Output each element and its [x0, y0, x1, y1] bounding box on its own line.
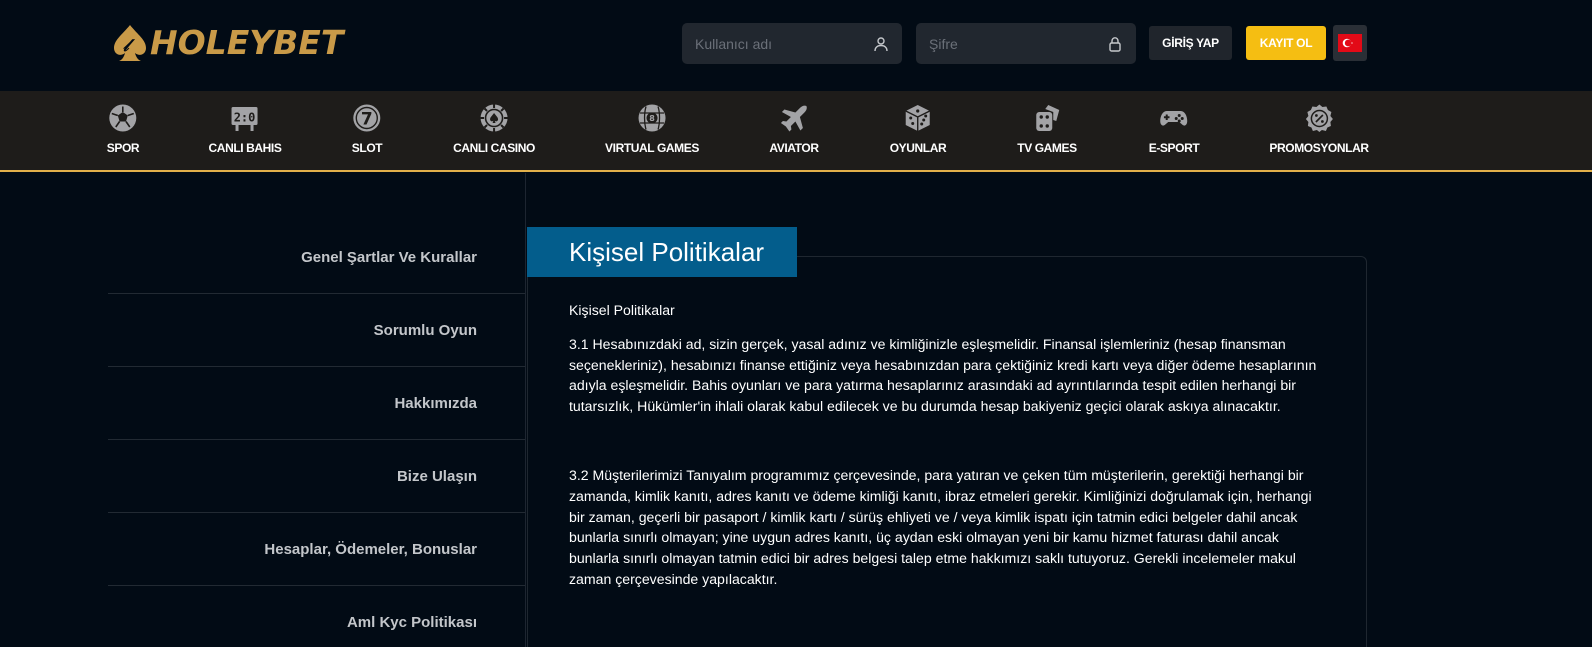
sidebar-item-accounts-payments[interactable]: Hesaplar, Ödemeler, Bonuslar	[108, 513, 526, 586]
username-field[interactable]	[682, 23, 902, 64]
nav-item-aviator[interactable]: AVIATOR	[769, 91, 819, 170]
promo-badge-icon	[1305, 104, 1333, 132]
user-icon	[874, 36, 888, 51]
nav-item-e-sport[interactable]: E-SPORT	[1149, 91, 1200, 170]
lock-icon	[1109, 36, 1121, 52]
nav-item-canli-casino[interactable]: CANLI CASINO	[453, 91, 535, 170]
svg-text:2:0: 2:0	[234, 111, 256, 125]
nav-label: PROMOSYONLAR	[1269, 141, 1369, 155]
nav-label: CANLI CASINO	[453, 141, 535, 155]
sidebar-item-label: Sorumlu Oyun	[373, 321, 477, 339]
sidebar-item-label: Bize Ulaşın	[396, 467, 477, 485]
sidebar-item-responsible-gaming[interactable]: Sorumlu Oyun	[108, 294, 526, 367]
header: 𝓁 HOLEYBET GİRİŞ YAP KAYIT OL	[0, 0, 1592, 91]
nav-item-oyunlar[interactable]: OYUNLAR	[890, 91, 947, 170]
brand-logo[interactable]: 𝓁 HOLEYBET	[112, 22, 343, 64]
nav-item-tv-games[interactable]: TV GAMES	[1017, 91, 1077, 170]
nav-label: SLOT	[351, 141, 383, 155]
policy-text: Kişisel Politikalar 3.1 Hesabınızdaki ad…	[569, 300, 1329, 638]
nav-label: E-SPORT	[1148, 141, 1200, 155]
turkey-flag-icon	[1338, 34, 1362, 52]
casino-chip-icon	[480, 104, 508, 132]
policy-paragraph: 3.2 Müşterilerimizi Tanıyalım programımı…	[569, 466, 1312, 587]
nav-label: AVIATOR	[769, 141, 819, 155]
dice-icon	[905, 105, 931, 131]
spade-logo-icon: 𝓁	[114, 25, 146, 61]
policy-sidebar: Genel Şartlar Ve Kurallar Sorumlu Oyun H…	[108, 221, 526, 647]
password-input[interactable]	[929, 35, 1107, 52]
nav-label: TV GAMES	[1017, 141, 1077, 155]
soccer-ball-icon	[109, 104, 137, 132]
sidebar-item-contact[interactable]: Bize Ulaşın	[108, 440, 526, 513]
nav-label: CANLI BAHIS	[208, 141, 282, 155]
sidebar-item-label: Hesaplar, Ödemeler, Bonuslar	[264, 540, 477, 558]
register-button[interactable]: KAYIT OL	[1246, 26, 1326, 60]
virtual-ball-icon: 8	[638, 104, 666, 132]
airplane-icon	[780, 105, 807, 132]
brand-name: HOLEYBET	[150, 23, 344, 62]
content-subtitle: Kişisel Politikalar	[569, 302, 675, 318]
scoreboard-icon: 2:0	[232, 107, 258, 131]
page-title: Kişisel Politikalar	[527, 227, 797, 277]
policy-paragraph: 3.1 Hesabınızdaki ad, sizin gerçek, yasa…	[569, 335, 1317, 415]
nav-label: SPOR	[106, 141, 140, 155]
nav-item-canli-bahis[interactable]: 2:0 CANLI BAHIS	[209, 91, 282, 170]
username-input[interactable]	[695, 35, 873, 52]
svg-text:7: 7	[361, 110, 373, 130]
svg-text:8: 8	[649, 114, 655, 123]
sidebar-item-about-us[interactable]: Hakkımızda	[108, 367, 526, 440]
slot-seven-icon: 7	[353, 104, 381, 132]
sidebar-item-general-terms[interactable]: Genel Şartlar Ve Kurallar	[108, 221, 526, 294]
nav-item-promosyonlar[interactable]: PROMOSYONLAR	[1269, 91, 1369, 170]
nav-item-virtual-games[interactable]: 8 VIRTUAL GAMES	[605, 91, 699, 170]
nav-item-slot[interactable]: 7 SLOT	[351, 91, 383, 170]
gamepad-icon	[1160, 111, 1188, 126]
nav-label: OYUNLAR	[889, 141, 947, 155]
sidebar-item-aml-kyc[interactable]: Aml Kyc Politikası	[108, 586, 526, 647]
password-field[interactable]	[916, 23, 1136, 64]
language-selector[interactable]	[1333, 25, 1367, 61]
main-nav: SPOR 2:0 CANLI BAHIS 7 SLOT CANLI CASINO	[0, 91, 1592, 172]
sidebar-item-label: Hakkımızda	[394, 394, 477, 412]
nav-item-spor[interactable]: SPOR	[106, 91, 140, 170]
sidebar-item-label: Genel Şartlar Ve Kurallar	[301, 248, 477, 266]
tv-dice-icon	[1035, 105, 1059, 131]
sidebar-divider	[525, 173, 526, 647]
nav-label: VIRTUAL GAMES	[605, 141, 699, 155]
login-button[interactable]: GİRİŞ YAP	[1149, 26, 1232, 60]
sidebar-item-label: Aml Kyc Politikası	[346, 614, 477, 631]
